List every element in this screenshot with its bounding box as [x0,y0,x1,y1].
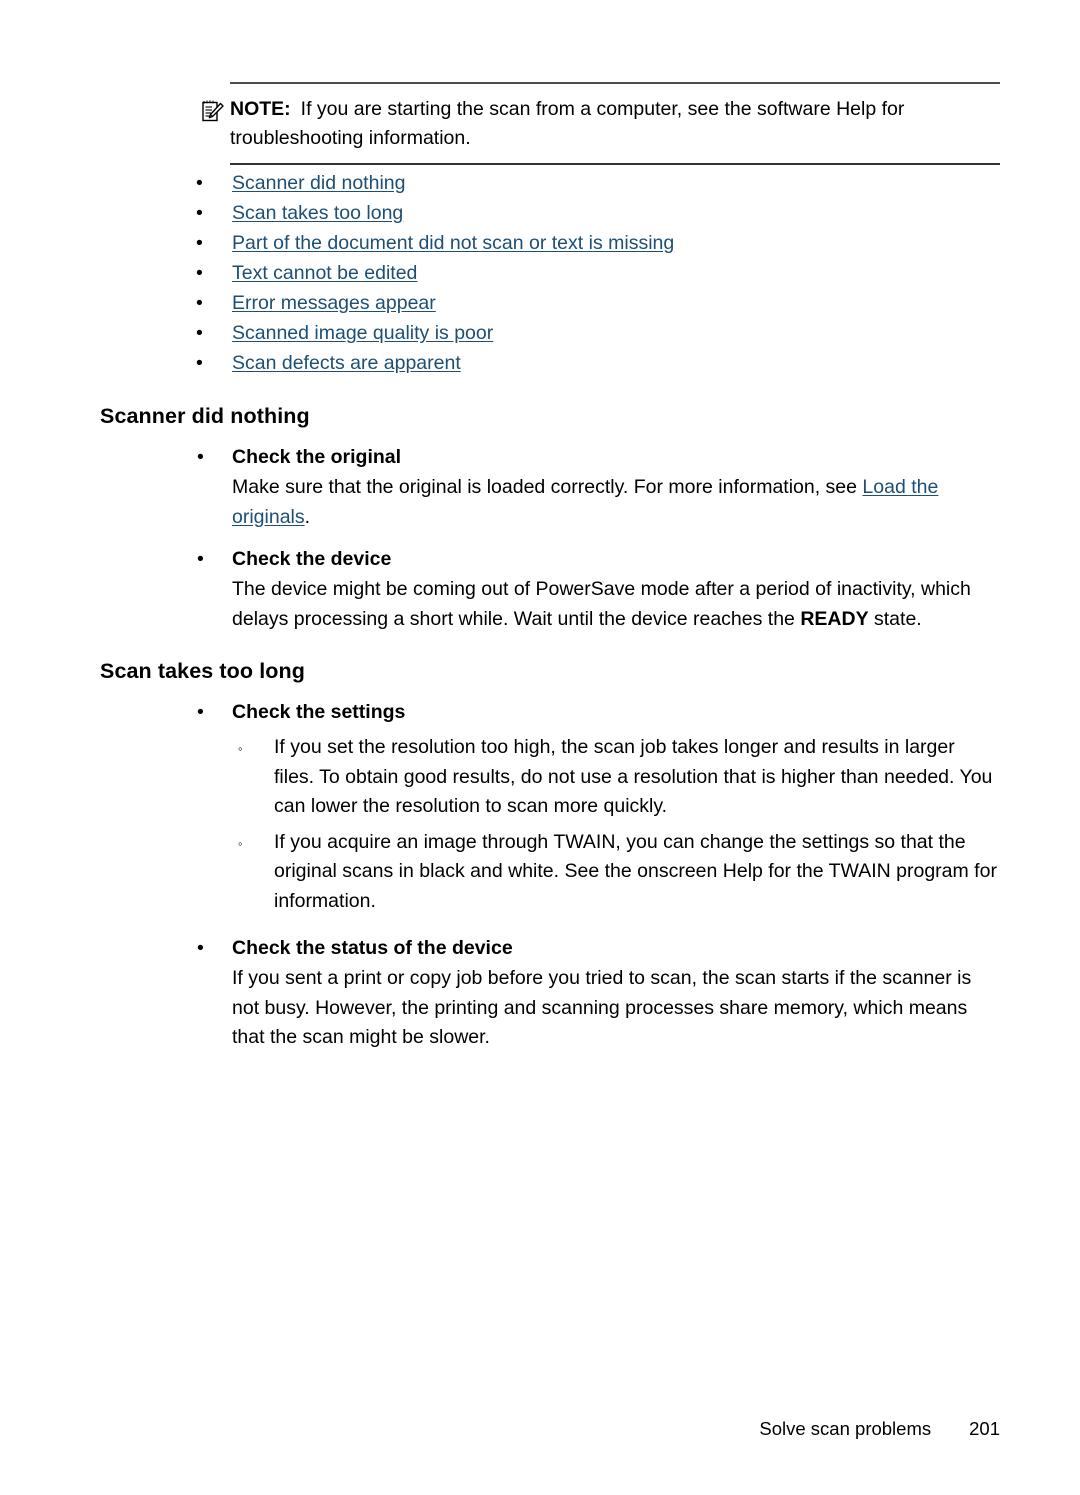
link-error-messages-appear[interactable]: Error messages appear [232,292,436,314]
footer-label: Solve scan problems [759,1418,932,1439]
subsection-check-the-status-of-the-device: • Check the status of the device If you … [100,934,1000,1053]
subsection-heading: Check the original [232,446,402,468]
bullet-icon: • [196,322,203,344]
subsection-body: Make sure that the original is loaded co… [232,473,1000,532]
emphasis-ready: READY [800,607,869,630]
bullet-icon: • [197,701,204,723]
subsection-heading: Check the settings [232,701,406,723]
note-label: NOTE: [230,98,291,120]
section-scan-takes-too-long: Scan takes too long • Check the settings… [100,659,1000,1053]
sub-list-item: ◦ If you acquire an image through TWAIN,… [100,828,1000,917]
subsection-heading: Check the device [232,548,392,570]
link-part-of-document-did-not-scan[interactable]: Part of the document did not scan or tex… [232,232,674,254]
note-pencil-icon [200,98,226,124]
bullet-icon: • [197,446,204,468]
bullet-icon: • [196,232,203,254]
document-page: NOTE: If you are starting the scan from a… [0,0,1080,1495]
body-text-after-link: . [304,505,311,528]
bullet-icon: • [196,292,203,314]
sub-bullet-icon: ◦ [238,741,243,756]
sub-list-item-text: If you acquire an image through TWAIN, y… [274,830,997,912]
bullet-icon: • [196,352,203,374]
list-item[interactable]: • Scanner did nothing [196,168,1006,198]
note-body: If you are starting the scan from a comp… [230,98,905,149]
link-scanned-image-quality-is-poor[interactable]: Scanned image quality is poor [232,322,493,344]
subsection-heading: Check the status of the device [232,937,513,959]
subsection-body: If you sent a print or copy job before y… [232,967,972,1048]
link-text-cannot-be-edited[interactable]: Text cannot be edited [232,262,417,284]
body-text-after-emphasis: state. [868,607,922,630]
link-scan-takes-too-long[interactable]: Scan takes too long [232,202,403,224]
subsection-check-the-settings: • Check the settings [100,698,1000,727]
link-scan-defects-are-apparent[interactable]: Scan defects are apparent [232,352,461,374]
note-callout: NOTE: If you are starting the scan from a… [202,82,1000,165]
list-item[interactable]: • Error messages appear [196,288,1006,318]
topic-link-list: • Scanner did nothing • Scan takes too l… [196,168,1006,378]
sub-bullet-icon: ◦ [238,835,243,851]
section-title: Scanner did nothing [100,404,310,428]
list-item[interactable]: • Scan takes too long [196,198,1006,228]
body-text-before-link: Make sure that the original is loaded co… [232,476,863,498]
list-item[interactable]: • Scan defects are apparent [196,348,1006,378]
sub-list-item-text: If you set the resolution too high, the … [274,736,993,817]
list-item[interactable]: • Text cannot be edited [196,258,1006,288]
list-item[interactable]: • Part of the document did not scan or t… [196,228,1006,258]
section-title: Scan takes too long [100,659,305,683]
subsection-check-the-device: • Check the device The device might be c… [100,545,1000,634]
list-item[interactable]: • Scanned image quality is poor [196,318,1006,348]
bullet-icon: • [196,172,203,194]
link-scanner-did-nothing[interactable]: Scanner did nothing [232,172,405,194]
page-footer: Solve scan problems 201 [0,1418,1000,1440]
bullet-icon: • [197,548,204,570]
subsection-check-the-original: • Check the original Make sure that the … [100,443,1000,532]
section-scanner-did-nothing: Scanner did nothing • Check the original… [100,404,1000,634]
sub-list-item: ◦ If you set the resolution too high, th… [100,733,1000,822]
bullet-icon: • [196,202,203,224]
page-number: 201 [969,1418,1000,1439]
subsection-body: The device might be coming out of PowerS… [232,575,1000,634]
bullet-icon: • [197,937,204,959]
bullet-icon: • [196,262,203,284]
note-text: NOTE: If you are starting the scan from a… [230,95,1000,153]
